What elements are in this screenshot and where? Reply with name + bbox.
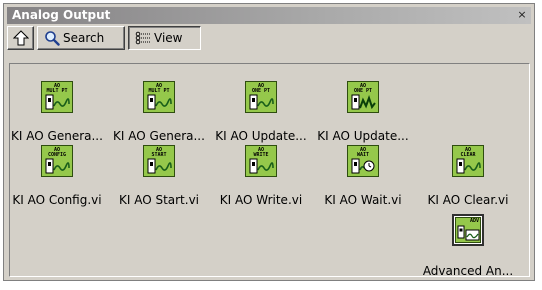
ao-write-icon: AO WRITE [245,145,277,177]
ao-mult-pt-icon: AO MULT PT [143,81,175,113]
window-title: Analog Output [12,8,111,22]
item-label: KI AO Wait.vi [324,193,402,207]
subpalette-frame: ADV [452,214,484,246]
palette-item-advanced-subpalette[interactable]: ADV Advanced An... [416,214,520,278]
title-bar[interactable]: Analog Output × [7,7,531,24]
view-label: View [154,31,183,45]
search-label: Search [63,31,105,45]
ao-config-icon: AO CONFIG [41,145,73,177]
item-label: KI AO Write.vi [219,193,303,207]
item-label: KI AO Genera... [11,129,103,143]
daq-card-icon [45,158,70,174]
item-label: Advanced An... [422,264,514,278]
up-button[interactable] [7,26,34,50]
daq-card-icon [351,94,376,110]
daq-card-icon [456,158,481,174]
palette-item-ao-update-1[interactable]: AO ONE PT KI AO Update... [209,81,313,145]
item-label: KI AO Config.vi [12,193,102,207]
daq-card-icon [147,94,172,110]
palette-content: AO MULT PT KI AO Genera... AO MULT PT KI… [9,63,530,278]
item-label: KI AO Genera... [113,129,205,143]
item-label: KI AO Update... [317,129,409,143]
palette-item-ao-generate-2[interactable]: AO MULT PT KI AO Genera... [107,81,211,145]
icon-text-line-1: ADV [469,218,479,224]
item-label: KI AO Clear.vi [427,193,509,207]
ao-start-icon: AO START [143,145,175,177]
palette-item-ao-start[interactable]: AO START KI AO Start.vi [107,145,211,209]
daq-card-icon [249,94,274,110]
daq-card-monitor-icon [457,225,480,241]
ao-wait-icon: AO WAIT [347,145,379,177]
item-label: KI AO Update... [215,129,307,143]
daq-card-icon [249,158,274,174]
daq-card-clock-icon [351,158,375,174]
ao-one-pt-icon: AO ONE PT [245,81,277,113]
view-button[interactable]: View [128,26,201,50]
palette-item-ao-generate-1[interactable]: AO MULT PT KI AO Genera... [5,81,109,145]
search-icon [45,31,60,46]
daq-card-icon [147,158,172,174]
ao-one-pt-icon: AO ONE PT [347,81,379,113]
advanced-subpalette-icon: ADV [452,214,484,246]
item-label: KI AO Start.vi [118,193,200,207]
ao-mult-pt-icon: AO MULT PT [41,81,73,113]
subpalette-inner: ADV [455,217,481,243]
palette-item-ao-write[interactable]: AO WRITE KI AO Write.vi [209,145,313,209]
close-icon[interactable]: × [516,9,528,21]
daq-card-icon [45,94,70,110]
ao-clear-icon: AO CLEAR [452,145,484,177]
palette-item-ao-clear[interactable]: AO CLEAR KI AO Clear.vi [416,145,520,209]
palette-item-ao-update-2[interactable]: AO ONE PT KI AO Update... [311,81,415,145]
search-button[interactable]: Search [37,26,125,50]
view-icon [135,31,150,45]
palette-item-ao-wait[interactable]: AO WAIT KI AO Wait.vi [311,145,415,209]
up-arrow-icon [12,30,29,46]
palette-item-ao-config[interactable]: AO CONFIG KI AO Config.vi [5,145,109,209]
